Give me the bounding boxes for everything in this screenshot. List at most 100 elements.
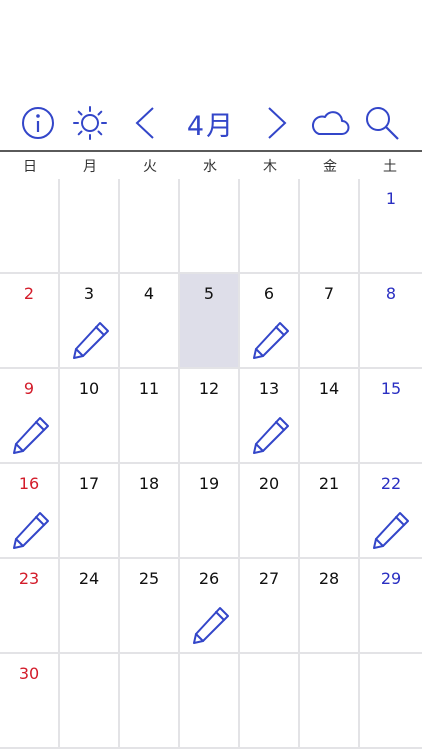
prev-month-button[interactable] <box>130 96 160 150</box>
pencil-icon <box>251 415 291 459</box>
day-number: 3 <box>83 284 95 303</box>
day-number: 23 <box>18 569 40 588</box>
pencil-icon <box>11 510 51 554</box>
day-number: 4 <box>143 284 155 303</box>
day-number: 16 <box>18 474 40 493</box>
empty-day-cell <box>180 654 240 749</box>
day-number: 25 <box>138 569 160 588</box>
day-cell-7[interactable]: 7 <box>300 274 360 369</box>
weekday-label: 水 <box>203 158 217 175</box>
day-cell-6[interactable]: 6 <box>240 274 300 369</box>
day-cell-12[interactable]: 12 <box>180 369 240 464</box>
weekday-label: 火 <box>143 158 157 175</box>
empty-day-cell <box>180 179 240 274</box>
day-number: 6 <box>263 284 275 303</box>
pencil-icon <box>71 320 111 364</box>
empty-day-cell <box>240 179 300 274</box>
month-title: 4月 <box>186 110 236 142</box>
empty-day-cell <box>300 179 360 274</box>
empty-day-cell <box>0 179 60 274</box>
day-number: 28 <box>318 569 340 588</box>
info-icon <box>22 107 54 139</box>
toolbar: 4月 <box>0 96 422 150</box>
weekday-header: 日 月 火 水 木 金 土 <box>0 152 422 179</box>
day-cell-2[interactable]: 2 <box>0 274 60 369</box>
day-cell-27[interactable]: 27 <box>240 559 300 654</box>
day-cell-18[interactable]: 18 <box>120 464 180 559</box>
day-cell-13[interactable]: 13 <box>240 369 300 464</box>
day-number: 24 <box>78 569 100 588</box>
weekday-label: 土 <box>383 158 397 175</box>
calendar-grid: 1 2 3 4 5 6 7 8 9 10 11 12 13 14 15 16 17 18 19 20 21 22 23 24 2… <box>0 179 422 750</box>
day-cell-15[interactable]: 15 <box>360 369 422 464</box>
day-number: 22 <box>380 474 402 493</box>
day-number: 13 <box>258 379 280 398</box>
weekday-label: 金 <box>323 158 337 175</box>
day-cell-26[interactable]: 26 <box>180 559 240 654</box>
pencil-icon <box>11 415 51 459</box>
weekday-label: 月 <box>83 158 97 175</box>
day-cell-10[interactable]: 10 <box>60 369 120 464</box>
weekday-label: 木 <box>263 158 277 175</box>
day-number: 30 <box>18 664 40 683</box>
day-cell-28[interactable]: 28 <box>300 559 360 654</box>
pencil-icon <box>371 510 411 554</box>
empty-day-cell <box>120 179 180 274</box>
day-number: 14 <box>318 379 340 398</box>
empty-day-cell <box>240 654 300 749</box>
day-cell-23[interactable]: 23 <box>0 559 60 654</box>
day-number: 5 <box>203 284 215 303</box>
sun-icon <box>73 106 107 140</box>
day-number: 2 <box>23 284 35 303</box>
empty-day-cell <box>60 179 120 274</box>
day-cell-1[interactable]: 1 <box>360 179 422 274</box>
day-number: 17 <box>78 474 100 493</box>
chevron-left-icon <box>135 107 154 139</box>
day-cell-16[interactable]: 16 <box>0 464 60 559</box>
empty-day-cell <box>300 654 360 749</box>
day-number: 21 <box>318 474 340 493</box>
search-icon <box>366 107 399 140</box>
info-button[interactable] <box>18 96 58 150</box>
cloud-icon <box>312 111 350 135</box>
day-number: 18 <box>138 474 160 493</box>
day-number: 27 <box>258 569 280 588</box>
chevron-right-icon <box>268 107 287 139</box>
day-number: 12 <box>198 379 220 398</box>
day-number: 29 <box>380 569 402 588</box>
day-cell-17[interactable]: 17 <box>60 464 120 559</box>
next-month-button[interactable] <box>262 96 292 150</box>
day-cell-24[interactable]: 24 <box>60 559 120 654</box>
search-button[interactable] <box>362 96 402 150</box>
empty-day-cell <box>360 654 422 749</box>
day-cell-9[interactable]: 9 <box>0 369 60 464</box>
day-cell-20[interactable]: 20 <box>240 464 300 559</box>
day-number: 26 <box>198 569 220 588</box>
empty-day-cell <box>60 654 120 749</box>
day-number: 11 <box>138 379 160 398</box>
day-cell-22[interactable]: 22 <box>360 464 422 559</box>
weekday-label: 日 <box>23 158 37 175</box>
day-cell-21[interactable]: 21 <box>300 464 360 559</box>
day-cell-19[interactable]: 19 <box>180 464 240 559</box>
empty-day-cell <box>120 654 180 749</box>
day-cell-29[interactable]: 29 <box>360 559 422 654</box>
day-number: 1 <box>385 189 397 208</box>
day-number: 8 <box>385 284 397 303</box>
day-cell-8[interactable]: 8 <box>360 274 422 369</box>
day-cell-11[interactable]: 11 <box>120 369 180 464</box>
day-cell-30[interactable]: 30 <box>0 654 60 749</box>
day-cell-3[interactable]: 3 <box>60 274 120 369</box>
day-number: 15 <box>380 379 402 398</box>
day-number: 20 <box>258 474 280 493</box>
day-number: 7 <box>323 284 335 303</box>
day-number: 10 <box>78 379 100 398</box>
day-cell-14[interactable]: 14 <box>300 369 360 464</box>
day-cell-5[interactable]: 5 <box>180 274 240 369</box>
day-number: 9 <box>23 379 35 398</box>
brightness-button[interactable] <box>70 96 110 150</box>
day-number: 19 <box>198 474 220 493</box>
day-cell-25[interactable]: 25 <box>120 559 180 654</box>
day-cell-4[interactable]: 4 <box>120 274 180 369</box>
cloud-button[interactable] <box>308 96 352 150</box>
